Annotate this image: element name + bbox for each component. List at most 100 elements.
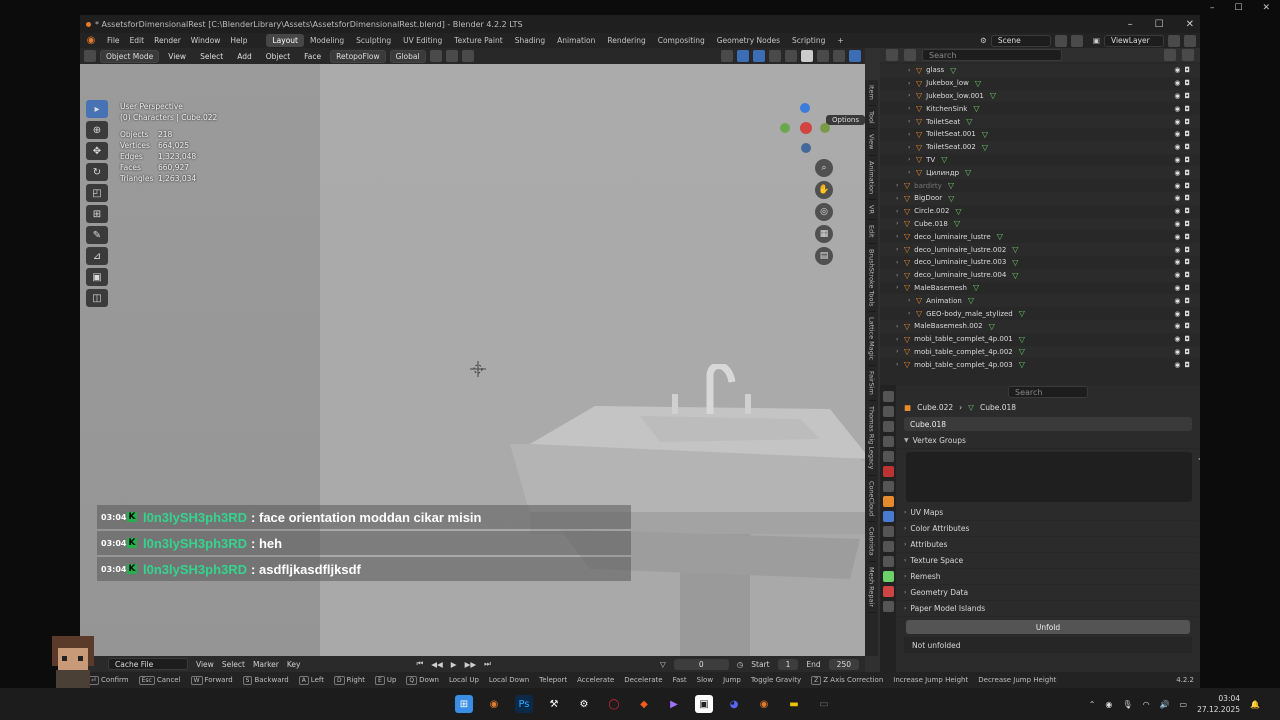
- file-explorer-icon[interactable]: ▬: [785, 695, 803, 713]
- add-workspace-button[interactable]: +: [831, 34, 849, 47]
- tab-tool[interactable]: Tool: [867, 106, 876, 130]
- blender-taskbar-icon[interactable]: ◉: [485, 695, 503, 713]
- view-layer-field[interactable]: ViewLayer: [1104, 34, 1164, 47]
- expand-arrow-icon[interactable]: ›: [896, 195, 904, 202]
- extra-app-icon[interactable]: ▭: [815, 695, 833, 713]
- menu-edit[interactable]: Edit: [125, 36, 150, 45]
- outliner-row[interactable]: › ▽ deco_luminaire_lustre.004 ▽ ◉◘: [880, 268, 1200, 282]
- cursor-tool-icon[interactable]: ⊕: [86, 121, 108, 139]
- menu-help[interactable]: Help: [225, 36, 252, 45]
- menu-window[interactable]: Window: [186, 36, 226, 45]
- tab-fairsim[interactable]: FairSim: [867, 366, 876, 402]
- delete-view-layer-icon[interactable]: [1184, 34, 1196, 47]
- blender-menu-icon[interactable]: ◉: [80, 33, 102, 48]
- xray-icon[interactable]: [769, 50, 781, 62]
- pan-hand-icon[interactable]: ✋: [815, 181, 833, 199]
- tray-app-icon[interactable]: ◉: [1105, 700, 1112, 709]
- orientation-dropdown[interactable]: Global: [389, 49, 426, 63]
- menu-file[interactable]: File: [102, 36, 125, 45]
- proportional-edit-icon[interactable]: [461, 50, 474, 62]
- overlay-toggle-icon[interactable]: [753, 50, 765, 62]
- mesh-name-field[interactable]: Cube.018: [904, 417, 1192, 431]
- outliner-row[interactable]: › ▽ bardirty ▽ ◉◘: [880, 179, 1200, 192]
- panel-geometry-data[interactable]: › Geometry Data: [898, 585, 1198, 601]
- object-props-icon[interactable]: [882, 496, 894, 507]
- panel-texture-space[interactable]: › Texture Space: [898, 553, 1198, 569]
- visibility-eye-icon[interactable]: ◉◘: [1174, 271, 1194, 279]
- play-icon[interactable]: ▶: [451, 660, 457, 669]
- outliner-row[interactable]: › ▽ deco_luminaire_lustre ▽ ◉◘: [880, 230, 1200, 243]
- physics-props-icon[interactable]: [882, 541, 894, 552]
- expand-arrow-icon[interactable]: ›: [908, 105, 916, 112]
- panel-vertex-groups[interactable]: ▼ Vertex Groups: [898, 433, 1198, 449]
- maximize-button[interactable]: ☐: [1155, 19, 1164, 30]
- outliner-row[interactable]: › ▽ glass ▽ ◉◘: [880, 64, 1200, 77]
- expand-arrow-icon[interactable]: ›: [896, 272, 904, 279]
- outliner-display-mode-icon[interactable]: [904, 49, 916, 61]
- tab-item[interactable]: Item: [867, 80, 876, 106]
- view-layer-props-icon[interactable]: [882, 436, 894, 447]
- current-frame-field[interactable]: 0: [673, 658, 729, 670]
- visibility-eye-icon[interactable]: ◉◘: [1174, 220, 1194, 228]
- outliner-row[interactable]: › ▽ TV ▽ ◉◘: [880, 154, 1200, 167]
- extra-tool-icon[interactable]: ◫: [86, 289, 108, 307]
- editor-type-icon[interactable]: [84, 50, 96, 62]
- visibility-eye-icon[interactable]: ◉◘: [1174, 233, 1194, 241]
- video-app-icon[interactable]: ▶: [665, 695, 683, 713]
- tool-props-icon[interactable]: [882, 391, 894, 402]
- tab-conecloud[interactable]: ConeCloud: [867, 476, 876, 522]
- end-frame-field[interactable]: 250: [828, 658, 859, 670]
- timeline-menu-select[interactable]: Select: [222, 660, 245, 669]
- editor-toggle-icon[interactable]: [849, 50, 861, 62]
- media-app-icon[interactable]: ▣: [695, 695, 713, 713]
- expand-arrow-icon[interactable]: ›: [896, 336, 904, 343]
- delete-scene-icon[interactable]: [1070, 34, 1083, 47]
- outliner-editor-icon[interactable]: [886, 49, 898, 61]
- retopoflow-dropdown[interactable]: RetopoFlow: [330, 49, 386, 63]
- outliner-row[interactable]: › ▽ Animation ▽ ◉◘: [880, 294, 1200, 308]
- snap-icon[interactable]: [445, 50, 458, 62]
- shading-solid-icon[interactable]: [801, 50, 813, 62]
- windows-start-icon[interactable]: ⊞: [455, 695, 473, 713]
- scene-field[interactable]: Scene: [990, 34, 1051, 47]
- camera-view-icon[interactable]: ◎: [815, 203, 833, 221]
- tab-view[interactable]: View: [867, 129, 876, 156]
- tab-animation-n[interactable]: Animation: [867, 156, 876, 201]
- outliner-row[interactable]: › ▽ ToiletSeat.001 ▽ ◉◘: [880, 128, 1200, 141]
- select-tool-icon[interactable]: ▸: [86, 100, 108, 118]
- visibility-eye-icon[interactable]: ◉◘: [1174, 118, 1194, 126]
- visibility-eye-icon[interactable]: ◉◘: [1174, 361, 1194, 369]
- menu-view[interactable]: View: [163, 51, 191, 62]
- tab-brushstroke[interactable]: BrushStroke Tools: [867, 244, 876, 313]
- visibility-eye-icon[interactable]: ◉◘: [1174, 194, 1194, 202]
- new-view-layer-icon[interactable]: [1168, 34, 1180, 47]
- outliner-row[interactable]: › ▽ MaleBasemesh.002 ▽ ◉◘: [880, 319, 1200, 333]
- expand-arrow-icon[interactable]: ›: [896, 208, 904, 215]
- transform-tool-icon[interactable]: ⊞: [86, 205, 108, 223]
- jump-end-icon[interactable]: ⏭: [484, 659, 491, 669]
- menu-object[interactable]: Object: [261, 51, 295, 62]
- zoom-icon[interactable]: ⌕: [815, 159, 833, 177]
- ortho-grid-icon[interactable]: ▦: [815, 225, 833, 243]
- close-button[interactable]: ✕: [1186, 19, 1194, 30]
- visibility-eye-icon[interactable]: ◉◘: [1174, 246, 1194, 254]
- outliner-row[interactable]: › ▽ ToiletSeat ▽ ◉◘: [880, 115, 1200, 128]
- tab-animation[interactable]: Animation: [551, 34, 601, 47]
- tab-texture-paint[interactable]: Texture Paint: [448, 34, 508, 47]
- battery-icon[interactable]: ▭: [1180, 700, 1188, 709]
- outliner-row[interactable]: › ▽ MaleBasemesh ▽ ◉◘: [880, 282, 1200, 295]
- visibility-eye-icon[interactable]: ◉◘: [1174, 207, 1194, 215]
- wifi-icon[interactable]: ◠: [1143, 700, 1150, 709]
- material-props-icon[interactable]: [882, 586, 894, 597]
- visibility-eye-icon[interactable]: ◉◘: [1174, 143, 1194, 151]
- visibility-eye-icon[interactable]: ◉◘: [1174, 284, 1194, 292]
- expand-arrow-icon[interactable]: ›: [896, 246, 904, 253]
- expand-arrow-icon[interactable]: ›: [908, 67, 916, 74]
- expand-arrow-icon[interactable]: ›: [908, 118, 916, 125]
- rotate-tool-icon[interactable]: ↻: [86, 163, 108, 181]
- particles-props-icon[interactable]: [882, 526, 894, 537]
- visibility-icon[interactable]: [721, 50, 733, 62]
- add-vertex-group-icon[interactable]: +: [1198, 454, 1200, 465]
- outliner-row[interactable]: › ▽ Jukebox_low.001 ▽ ◉◘: [880, 89, 1200, 103]
- tab-uv-editing[interactable]: UV Editing: [397, 34, 448, 47]
